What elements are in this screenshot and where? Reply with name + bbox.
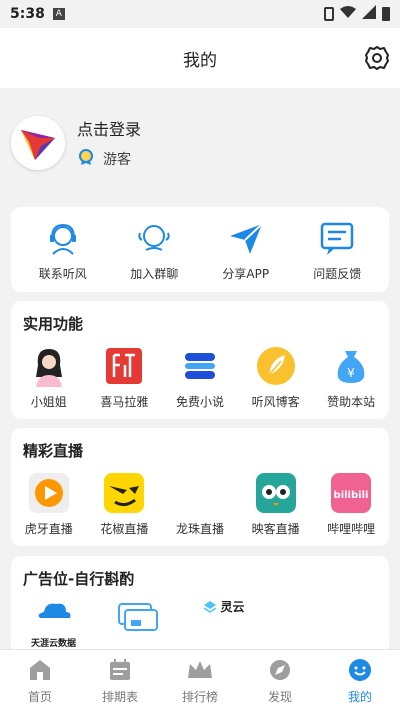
contact-label: 分享APP — [222, 267, 270, 281]
ad-item[interactable] — [96, 598, 181, 649]
tools-card: 实用功能 小姐姐 喜马拉雅 免费小说 听风博客 ¥ 赞助本站 — [11, 301, 389, 419]
user-role: 游客 — [77, 148, 131, 170]
schedule-icon — [107, 658, 133, 686]
wifi-icon — [340, 5, 356, 23]
live-label: 映客直播 — [251, 522, 300, 536]
lingyun-icon: 灵云 — [202, 598, 245, 615]
nav-home[interactable]: 首页 — [0, 650, 80, 711]
contact-label: 联系听风 — [38, 267, 87, 281]
huya-icon — [28, 472, 70, 514]
section-title: 广告位-自行斟酌 — [23, 570, 135, 588]
live-card: 精彩直播 虎牙直播 花椒直播 龙珠直播 映客直播 bilibili 哔哩哔哩 — [11, 428, 389, 546]
huajiao-icon — [103, 472, 145, 514]
tianya-cloud-icon — [24, 598, 84, 636]
group-chat-icon — [133, 217, 175, 259]
section-title: 实用功能 — [23, 315, 84, 333]
status-time: 5:38 — [10, 6, 45, 22]
signal-icon — [362, 5, 376, 23]
tool-label: 喜马拉雅 — [100, 395, 149, 409]
tool-label: 听风博客 — [251, 395, 300, 409]
status-bar: 5:38 A — [0, 0, 400, 28]
contact-item[interactable]: 联系听风 — [17, 217, 109, 282]
novel-icon — [179, 345, 221, 387]
bilibili-icon: bilibili — [330, 472, 372, 514]
vibrate-icon — [324, 7, 334, 21]
home-icon — [27, 658, 53, 686]
svg-text:bilibili: bilibili — [334, 490, 369, 501]
longzhu-icon — [179, 472, 221, 514]
battery-icon — [382, 7, 390, 21]
profile-section[interactable]: 点击登录 游客 — [0, 88, 400, 200]
girl-icon — [28, 345, 70, 387]
contact-item[interactable]: 问题反馈 — [292, 217, 384, 282]
section-title: 精彩直播 — [23, 442, 84, 460]
nav-label: 首页 — [27, 690, 52, 704]
ads-card: 广告位-自行斟酌 天涯云数据 灵云 — [11, 556, 389, 656]
a-icon: A — [52, 8, 65, 20]
contact-label: 加入群聊 — [130, 267, 179, 281]
nav-ranking[interactable]: 排行榜 — [160, 650, 240, 711]
feedback-icon — [316, 217, 358, 259]
gear-icon[interactable] — [364, 45, 390, 71]
live-item[interactable]: 虎牙直播 — [11, 472, 87, 537]
share-plane-icon — [225, 217, 267, 259]
contact-item[interactable]: 分享APP — [200, 217, 292, 282]
contact-item[interactable]: 加入群聊 — [109, 217, 201, 282]
headset-icon — [42, 217, 84, 259]
ad-item[interactable]: 灵云 — [181, 598, 266, 649]
discover-icon — [267, 658, 293, 686]
live-label: 花椒直播 — [100, 522, 149, 536]
ad-label: 天涯云数据 — [30, 639, 76, 649]
inke-icon — [255, 472, 297, 514]
ad-item[interactable]: 天涯云数据 — [11, 598, 96, 649]
live-item[interactable]: 花椒直播 — [87, 472, 163, 537]
tool-item[interactable]: ¥ 赞助本站 — [313, 345, 389, 410]
live-label: 龙珠直播 — [175, 522, 224, 536]
ad-label: 灵云 — [220, 600, 245, 614]
live-item[interactable]: 映客直播 — [238, 472, 314, 537]
role-label: 游客 — [103, 152, 131, 168]
ximalaya-icon — [103, 345, 145, 387]
tool-item[interactable]: 听风博客 — [238, 345, 314, 410]
page-title: 我的 — [183, 50, 217, 71]
nav-label: 排期表 — [101, 690, 138, 704]
contact-card: 联系听风 加入群聊 分享APP 问题反馈 — [11, 207, 389, 292]
me-icon — [347, 658, 373, 686]
badge-icon — [77, 148, 95, 170]
money-bag-icon: ¥ — [330, 345, 372, 387]
nav-label: 我的 — [347, 690, 372, 704]
tool-label: 赞助本站 — [327, 395, 376, 409]
bottom-nav: 首页 排期表 排行榜 发现 我的 — [0, 649, 400, 711]
crown-icon — [186, 658, 214, 686]
cards-icon — [115, 598, 163, 642]
tool-item[interactable]: 免费小说 — [162, 345, 238, 410]
svg-text:¥: ¥ — [347, 366, 355, 380]
live-item[interactable]: 龙珠直播 — [162, 472, 238, 537]
nav-label: 排行榜 — [181, 690, 218, 704]
nav-schedule[interactable]: 排期表 — [80, 650, 160, 711]
tool-label: 免费小说 — [175, 395, 224, 409]
live-label: 虎牙直播 — [24, 522, 73, 536]
feather-icon — [255, 345, 297, 387]
nav-label: 发现 — [267, 690, 292, 704]
live-item[interactable]: bilibili 哔哩哔哩 — [313, 472, 389, 537]
nav-me[interactable]: 我的 — [320, 650, 400, 711]
app-bar: 我的 — [0, 28, 400, 88]
tool-item[interactable]: 小姐姐 — [11, 345, 87, 410]
contact-label: 问题反馈 — [313, 267, 362, 281]
tool-item[interactable]: 喜马拉雅 — [87, 345, 163, 410]
login-label[interactable]: 点击登录 — [77, 116, 141, 140]
avatar[interactable] — [11, 116, 65, 170]
nav-discover[interactable]: 发现 — [240, 650, 320, 711]
live-label: 哔哩哔哩 — [327, 522, 376, 536]
tool-label: 小姐姐 — [30, 395, 67, 409]
